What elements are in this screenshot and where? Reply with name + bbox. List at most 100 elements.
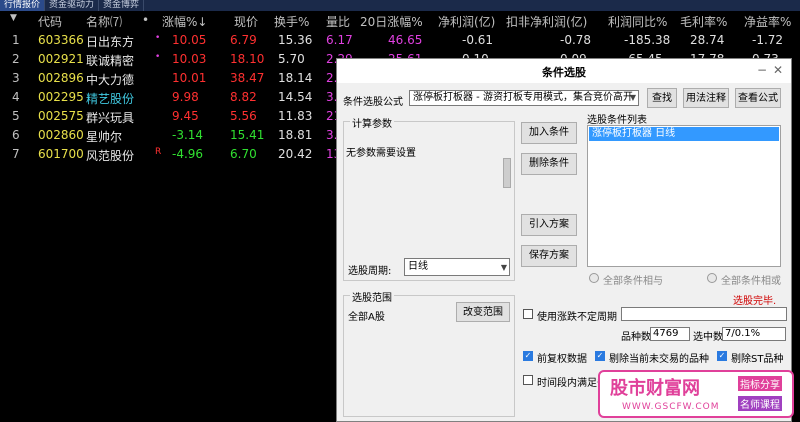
params-text: 无参数需要设置: [346, 148, 416, 159]
cell-chg: 9.45: [172, 109, 199, 123]
range-group: 选股范围 全部A股 改变范围: [343, 289, 515, 417]
count-value: 4769: [650, 327, 690, 341]
cell-turn: 18.81: [278, 128, 313, 142]
cell-roe: -1.72: [752, 33, 784, 47]
top-tab-bar: 行情报价 资金驱动力 资金博弈: [0, 0, 800, 11]
condition-list[interactable]: 涨停板打板器 日线: [587, 125, 781, 267]
watermark-title: 股市财富网: [610, 378, 700, 399]
remove-st-checkbox[interactable]: ✓: [717, 351, 727, 361]
cell-chg: 10.03: [172, 52, 207, 66]
delete-condition-button[interactable]: 删除条件: [521, 153, 577, 175]
cell-i: 1: [12, 33, 20, 47]
table-row[interactable]: 1 603366 日出东方 • 10.05 6.79 15.36 6.17 46.65 -0.61…: [0, 31, 800, 49]
close-icon[interactable]: ✕: [773, 63, 783, 77]
col-code[interactable]: 代码: [38, 13, 62, 30]
cell-code: 002295: [38, 90, 84, 104]
cell-price: 6.70: [230, 147, 257, 161]
col-net-profit-deducted[interactable]: 扣非净利润(亿): [506, 13, 587, 30]
col-turnover[interactable]: 换手%: [274, 13, 309, 30]
period-value: 日线: [408, 261, 428, 272]
params-group: 计算参数 无参数需要设置 选股周期: 日线 ▼: [343, 115, 515, 281]
remove-untraded-checkbox[interactable]: ✓: [595, 351, 605, 361]
cell-chg: 10.05: [172, 33, 207, 47]
dialog-titlebar[interactable]: 条件选股 − ✕: [337, 59, 791, 83]
cell-vr: 6.17: [326, 33, 353, 47]
scroll-thumb[interactable]: [503, 158, 511, 188]
col-change-pct[interactable]: 涨幅%↓: [162, 13, 207, 30]
col-net-profit[interactable]: 净利润(亿): [438, 13, 495, 30]
cell-turn: 18.14: [278, 71, 313, 85]
adjust-label: 前复权数据: [537, 354, 587, 365]
params-group-title: 计算参数: [350, 115, 394, 130]
cell-price: 38.47: [230, 71, 265, 85]
condition-item[interactable]: 涨停板打板器 日线: [589, 127, 779, 141]
cell-i: 2: [12, 52, 20, 66]
tab-capital-drive[interactable]: 资金驱动力: [45, 0, 100, 11]
period-satisfy-label: 时间段内满足条: [537, 378, 607, 389]
uncertain-period-label: 使用涨跌不定周期: [537, 312, 617, 323]
view-formula-button[interactable]: 查看公式: [735, 88, 781, 108]
cell-turn: 11.83: [278, 109, 313, 123]
col-20d-change[interactable]: 20日涨幅%: [360, 13, 423, 30]
range-value: 全部A股: [348, 312, 385, 323]
formula-value: 涨停板打板器 - 游资打板专用模式，集合竞价高开: [413, 92, 633, 103]
tab-capital-game[interactable]: 资金博弈: [99, 0, 145, 11]
usage-button[interactable]: 用法注释: [683, 88, 729, 108]
watermark-tag2: 名师课程: [738, 396, 782, 411]
radio-and[interactable]: [589, 273, 599, 283]
col-profit-yoy[interactable]: 利润同比%: [608, 13, 667, 30]
adjust-checkbox[interactable]: ✓: [523, 351, 533, 361]
cell-price: 5.56: [230, 109, 257, 123]
params-scrollbar[interactable]: [502, 136, 514, 238]
watermark-tag1: 指标分享: [738, 376, 782, 391]
cond-list-label: 选股条件列表: [587, 115, 647, 126]
cell-i: 5: [12, 109, 20, 123]
chevron-down-icon: ▼: [500, 263, 507, 272]
site-watermark: 股市财富网 WWW.GSCFW.COM 指标分享 名师课程: [598, 370, 794, 418]
uncertain-period-checkbox[interactable]: [523, 309, 533, 319]
radio-or[interactable]: [707, 273, 717, 283]
cell-code: 002921: [38, 52, 84, 66]
cell-price: 15.41: [230, 128, 265, 142]
cell-name: 联诚精密: [86, 54, 135, 68]
cell-turn: 5.70: [278, 52, 305, 66]
col-gross-margin[interactable]: 毛利率%: [680, 13, 727, 30]
cell-chg: -4.96: [172, 147, 204, 161]
formula-label: 条件选股公式: [343, 97, 403, 108]
cell-flag: •: [155, 33, 161, 43]
cell-i: 3: [12, 71, 20, 85]
cell-yoy: -185.38: [624, 33, 671, 47]
import-plan-button[interactable]: 引入方案: [521, 214, 577, 236]
col-price[interactable]: 现价: [234, 13, 258, 30]
col-name[interactable]: 名称⑺: [86, 13, 122, 30]
dialog-title: 条件选股: [542, 66, 586, 79]
watermark-url: WWW.GSCFW.COM: [622, 402, 720, 412]
cell-name: 星帅尔: [86, 130, 123, 144]
cell-name: 精艺股份: [86, 92, 135, 106]
formula-select[interactable]: 涨停板打板器 - 游资打板专用模式，集合竞价高开 ▼: [409, 90, 639, 106]
cell-name: 中大力德: [86, 73, 135, 87]
find-button[interactable]: 查找: [647, 88, 677, 108]
stock-screener-dialog: 条件选股 − ✕ 条件选股公式 涨停板打板器 - 游资打板专用模式，集合竞价高开…: [336, 58, 792, 422]
sort-arrow-icon[interactable]: ▼: [10, 13, 17, 23]
add-condition-button[interactable]: 加入条件: [521, 122, 577, 144]
col-volume-ratio[interactable]: 量比: [326, 13, 350, 30]
cell-d20: 46.65: [388, 33, 423, 47]
cell-name: 风范股份: [86, 149, 135, 163]
cell-code: 002896: [38, 71, 84, 85]
cell-code: 601700: [38, 147, 84, 161]
col-flag[interactable]: •: [142, 13, 149, 27]
tab-quotes[interactable]: 行情报价: [0, 0, 46, 11]
cell-chg: 9.98: [172, 90, 199, 104]
minimize-icon[interactable]: −: [757, 63, 767, 77]
cell-code: 603366: [38, 33, 84, 47]
period-satisfy-checkbox[interactable]: [523, 375, 533, 385]
period-field[interactable]: [621, 307, 787, 321]
status-text: 选股完毕.: [733, 296, 777, 307]
save-plan-button[interactable]: 保存方案: [521, 245, 577, 267]
cell-i: 4: [12, 90, 20, 104]
change-range-button[interactable]: 改变范围: [456, 302, 510, 322]
period-select[interactable]: 日线 ▼: [404, 258, 510, 276]
col-roe[interactable]: 净益率%: [744, 13, 791, 30]
cell-price: 6.79: [230, 33, 257, 47]
